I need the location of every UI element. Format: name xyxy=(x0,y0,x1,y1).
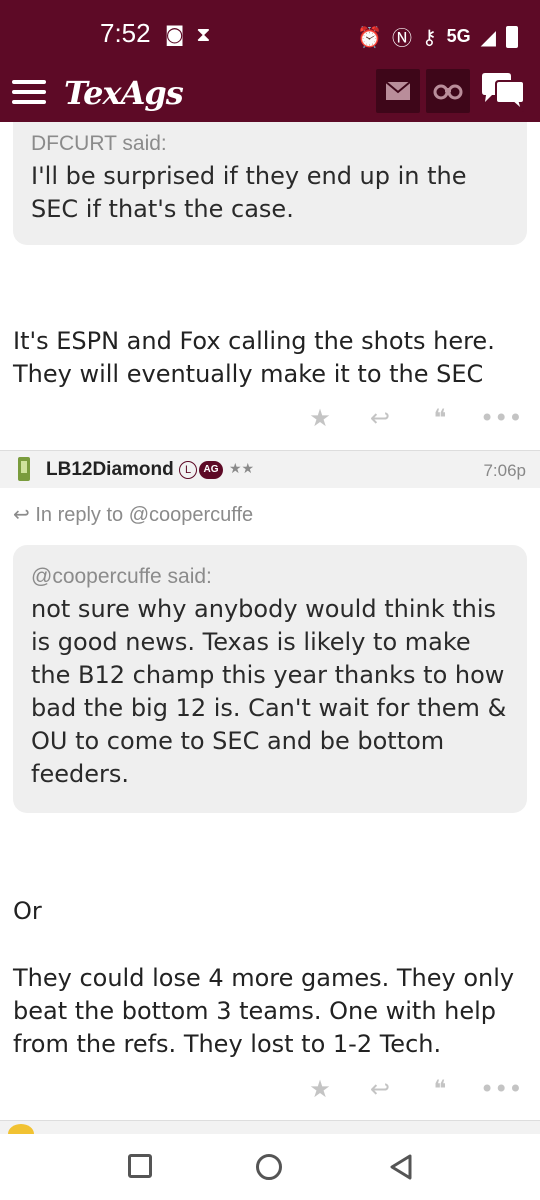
texags-logo[interactable]: TexAgs xyxy=(64,74,184,112)
post-body-line1: Or xyxy=(13,897,42,925)
post-actions: ★ ↩ ❝ ••• xyxy=(300,403,522,433)
reply-to-text: In reply to @coopercuffe xyxy=(35,504,254,526)
binoculars-icon xyxy=(433,84,463,100)
signal-icon: ◢ xyxy=(480,24,496,49)
reply-icon[interactable]: ↩ xyxy=(360,1075,400,1103)
key-icon: ⚷ xyxy=(421,24,437,49)
star-icon[interactable]: ★ xyxy=(300,1075,340,1103)
post-body: It's ESPN and Fox calling the shots here… xyxy=(13,327,495,388)
quote-icon[interactable]: ❝ xyxy=(420,1075,460,1103)
app-header: TexAgs xyxy=(0,68,540,122)
menu-icon[interactable] xyxy=(12,80,46,106)
binoculars-button[interactable] xyxy=(426,69,470,113)
username[interactable]: LB12Diamond xyxy=(46,459,174,481)
reply-link[interactable]: ↩ In reply to @coopercuffe xyxy=(13,502,253,527)
status-left-icons: ◙ ⧗ xyxy=(165,22,210,46)
quote-block: @coopercuffe said: not sure why anybody … xyxy=(13,545,527,813)
quote-text: I'll be surprised if they end up in the … xyxy=(31,162,467,223)
ag-badge: AG xyxy=(199,461,223,479)
post-body-line2: They could lose 4 more games. They only … xyxy=(13,964,515,1058)
phone-icon xyxy=(18,457,30,481)
status-time: 7:52 xyxy=(100,18,151,48)
more-icon[interactable]: ••• xyxy=(480,1075,522,1103)
top-bar: 7:52 ◙ ⧗ ⏰ Ⓝ ⚷ 5G ◢ TexAgs xyxy=(0,0,540,122)
quote-icon[interactable]: ❝ xyxy=(420,404,460,432)
battery-icon xyxy=(506,25,518,48)
post-actions: ★ ↩ ❝ ••• xyxy=(300,1074,522,1104)
back-button[interactable] xyxy=(388,1154,414,1180)
post-header: LB12Diamond L AG ★★ 7:06p xyxy=(0,450,540,488)
mail-icon xyxy=(385,81,411,100)
emoji-avatar-icon xyxy=(8,1124,34,1134)
mail-button[interactable] xyxy=(376,69,420,113)
quote-block: DFCURT said: I'll be surprised if they e… xyxy=(13,122,527,245)
reply-arrow-icon: ↩ xyxy=(13,504,30,526)
quote-author: DFCURT said: xyxy=(31,132,167,155)
reply-icon[interactable]: ↩ xyxy=(360,404,400,432)
quote-text: not sure why anybody would think this is… xyxy=(31,595,507,788)
home-button[interactable] xyxy=(256,1154,282,1180)
status-right-icons: ⏰ Ⓝ ⚷ 5G ◢ xyxy=(357,22,518,51)
nfc-icon: Ⓝ xyxy=(391,26,412,50)
hourglass-icon: ⧗ xyxy=(196,22,211,46)
lifetime-badge: L xyxy=(179,461,197,479)
android-nav-bar xyxy=(0,1134,540,1200)
alarm-icon: ⏰ xyxy=(357,24,382,49)
chat-icon[interactable] xyxy=(480,72,526,112)
rank-stars: ★★ xyxy=(229,461,255,477)
post-time[interactable]: 7:06p xyxy=(483,461,526,481)
more-icon[interactable]: ••• xyxy=(480,404,522,432)
network-label: 5G xyxy=(446,26,471,46)
status-bar: 7:52 ◙ ⧗ ⏰ Ⓝ ⚷ 5G ◢ xyxy=(0,0,540,68)
recents-button[interactable] xyxy=(128,1154,152,1178)
quote-author: @coopercuffe said: xyxy=(31,565,212,588)
next-post-header xyxy=(0,1120,540,1134)
star-icon[interactable]: ★ xyxy=(300,404,340,432)
cast-icon: ◙ xyxy=(165,22,185,46)
